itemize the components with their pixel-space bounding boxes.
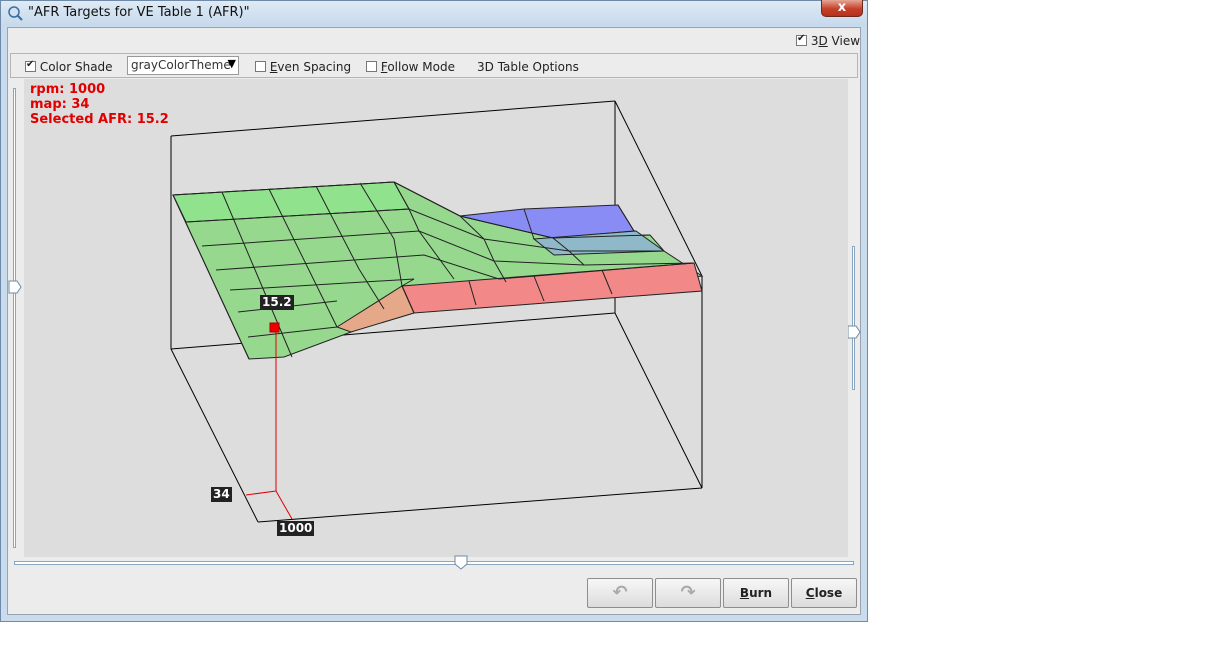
- close-label: lose: [814, 586, 843, 600]
- map-readout: map: 34: [30, 97, 90, 112]
- afr-readout: Selected AFR: 15.2: [30, 112, 169, 127]
- title-bar[interactable]: "AFR Targets for VE Table 1 (AFR)" x: [1, 0, 867, 26]
- redo-icon: ↷: [680, 582, 696, 603]
- follow-mode-toggle[interactable]: Follow Mode: [366, 60, 455, 74]
- app-icon: [8, 6, 23, 21]
- 3d-table-options-button[interactable]: 3D Table Options: [477, 60, 579, 74]
- 3d-table-canvas[interactable]: rpm: 1000 map: 34 Selected AFR: 15.2 15.…: [24, 79, 848, 557]
- window-title: "AFR Targets for VE Table 1 (AFR)": [28, 5, 250, 20]
- burn-button[interactable]: Burn: [723, 578, 789, 608]
- map-axis-label: 34: [211, 487, 232, 502]
- afr-surface: [172, 181, 704, 360]
- selected-cell-marker[interactable]: [269, 322, 280, 333]
- left-vertical-slider-track[interactable]: [13, 88, 16, 548]
- 3d-view-label-rest: View: [827, 34, 861, 48]
- 3d-view-label-mnemonic: D: [818, 34, 828, 48]
- right-slider-thumb[interactable]: [847, 325, 861, 339]
- horizontal-slider-thumb[interactable]: [454, 555, 470, 571]
- color-theme-select[interactable]: grayColorTheme ▼: [127, 56, 239, 75]
- dialog-window: "AFR Targets for VE Table 1 (AFR)" x 3D …: [0, 0, 868, 622]
- selected-value-label: 15.2: [260, 295, 294, 310]
- left-slider-thumb[interactable]: [8, 280, 22, 294]
- even-spacing-toggle[interactable]: Even Spacing: [255, 60, 351, 74]
- color-theme-value: grayColorTheme: [131, 58, 231, 72]
- horizontal-slider-track[interactable]: [14, 561, 854, 565]
- redo-button[interactable]: ↷: [655, 578, 721, 608]
- surface-plot: [170, 100, 704, 523]
- undo-button[interactable]: ↶: [587, 578, 653, 608]
- chevron-down-icon[interactable]: ▼: [228, 57, 236, 70]
- options-toolbar: Color Shade grayColorTheme ▼ Even Spacin…: [10, 53, 858, 78]
- 3d-view-checkbox[interactable]: [796, 33, 807, 46]
- even-spacing-checkbox[interactable]: [255, 61, 266, 72]
- color-shade-checkbox[interactable]: [25, 59, 36, 72]
- burn-mnemonic: B: [739, 586, 750, 600]
- color-shade-toggle[interactable]: Color Shade: [25, 59, 113, 74]
- window-close-button[interactable]: x: [821, 0, 863, 17]
- follow-mode-checkbox[interactable]: [366, 61, 377, 72]
- dialog-content: 3D View Color Shade grayColorTheme ▼ Eve…: [7, 27, 861, 615]
- follow-mode-label: ollow Mode: [387, 60, 455, 74]
- close-button[interactable]: Close: [791, 578, 857, 608]
- close-mnemonic: C: [805, 586, 815, 600]
- color-shade-label: Color Shade: [39, 60, 113, 74]
- undo-icon: ↶: [612, 582, 628, 603]
- even-spacing-label: ven Spacing: [277, 60, 352, 74]
- right-vertical-slider-track[interactable]: [852, 246, 855, 390]
- 3d-view-toggle[interactable]: 3D View: [796, 33, 861, 48]
- rpm-axis-label: 1000: [277, 521, 315, 536]
- rpm-readout: rpm: 1000: [30, 82, 106, 97]
- burn-label: urn: [749, 586, 773, 600]
